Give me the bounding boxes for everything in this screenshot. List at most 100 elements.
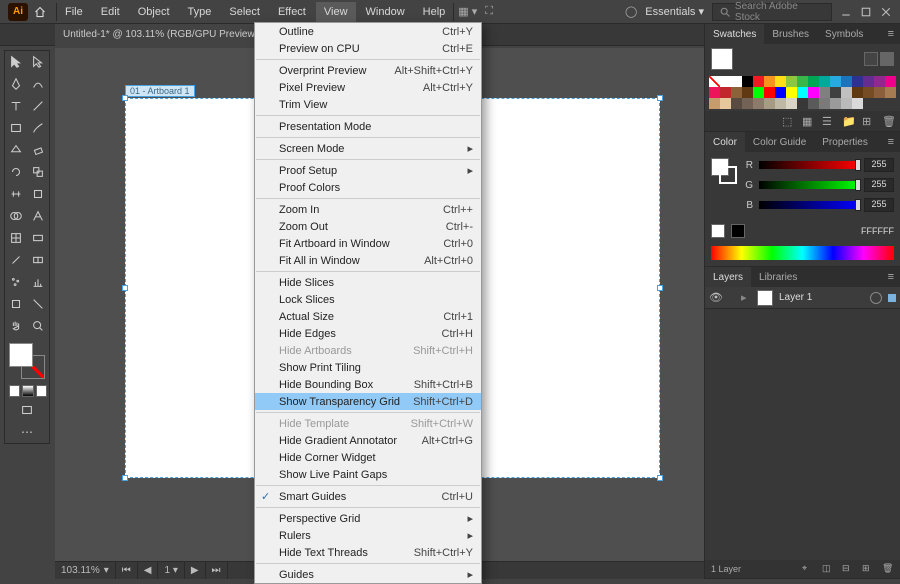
menu-type[interactable]: Type <box>180 2 220 22</box>
delete-layer-icon[interactable]: 🗑 <box>882 563 894 575</box>
swatch[interactable] <box>841 98 852 109</box>
swatch-grid-view-icon[interactable] <box>880 52 894 66</box>
layer-thumbnail[interactable] <box>757 290 773 306</box>
swatch[interactable] <box>885 76 896 87</box>
swatch-kind-icon[interactable]: ▦ <box>802 115 814 127</box>
swatch[interactable] <box>742 98 753 109</box>
selection-handle[interactable] <box>657 475 663 481</box>
menu-item-outline[interactable]: OutlineCtrl+Y <box>255 23 481 40</box>
swatch[interactable] <box>753 87 764 98</box>
swatch[interactable] <box>775 98 786 109</box>
tab-color-guide[interactable]: Color Guide <box>745 132 814 152</box>
help-icon[interactable]: ◯ <box>625 5 637 18</box>
swatch[interactable] <box>808 87 819 98</box>
menu-item-hide-edges[interactable]: Hide EdgesCtrl+H <box>255 325 481 342</box>
none-mode-icon[interactable] <box>36 385 47 397</box>
menu-item-zoom-in[interactable]: Zoom InCtrl++ <box>255 201 481 218</box>
menu-item-lock-slices[interactable]: Lock Slices <box>255 291 481 308</box>
tab-brushes[interactable]: Brushes <box>764 24 817 44</box>
rotate-tool[interactable] <box>5 161 27 183</box>
green-value[interactable]: 255 <box>864 178 894 192</box>
selection-handle[interactable] <box>657 95 663 101</box>
document-tab[interactable]: Untitled-1* @ 103.11% (RGB/GPU Preview)× <box>55 24 278 46</box>
blend-tool[interactable] <box>27 249 49 271</box>
swatch[interactable] <box>819 87 830 98</box>
menu-item-smart-guides[interactable]: ✓Smart GuidesCtrl+U <box>255 488 481 505</box>
line-tool[interactable] <box>27 95 49 117</box>
new-sublayer-icon[interactable]: ⊟ <box>842 563 854 575</box>
swatch[interactable] <box>797 98 808 109</box>
swatch[interactable] <box>852 76 863 87</box>
direct-selection-tool[interactable] <box>27 51 49 73</box>
menu-item-zoom-out[interactable]: Zoom OutCtrl+- <box>255 218 481 235</box>
swatch[interactable] <box>742 76 753 87</box>
hand-tool[interactable] <box>5 315 27 337</box>
fill-stroke-swatches[interactable] <box>5 341 49 383</box>
stroke-color-icon[interactable] <box>719 166 737 184</box>
swatch[interactable] <box>764 98 775 109</box>
new-layer-icon[interactable]: ⊞ <box>862 563 874 575</box>
symbol-sprayer-tool[interactable] <box>5 271 27 293</box>
swatch[interactable] <box>863 87 874 98</box>
menu-item-hide-slices[interactable]: Hide Slices <box>255 274 481 291</box>
swatch[interactable] <box>819 76 830 87</box>
current-swatch[interactable] <box>711 48 733 70</box>
selection-handle[interactable] <box>122 95 128 101</box>
artboard-nav-current[interactable]: 1 ▾ <box>158 562 184 579</box>
tab-symbols[interactable]: Symbols <box>817 24 871 44</box>
tab-swatches[interactable]: Swatches <box>705 24 764 44</box>
menu-item-perspective-grid[interactable]: Perspective Grid▸ <box>255 510 481 527</box>
eraser-tool[interactable] <box>27 139 49 161</box>
menu-object[interactable]: Object <box>130 2 178 22</box>
panel-menu-icon[interactable]: ≡ <box>882 271 900 283</box>
menu-item-show-live-paint-gaps[interactable]: Show Live Paint Gaps <box>255 466 481 483</box>
green-slider[interactable] <box>759 181 858 189</box>
blue-value[interactable]: 255 <box>864 198 894 212</box>
menu-item-hide-text-threads[interactable]: Hide Text ThreadsShift+Ctrl+Y <box>255 544 481 561</box>
menu-effect[interactable]: Effect <box>270 2 314 22</box>
swatch-options-icon[interactable]: ☰ <box>822 115 834 127</box>
menu-item-guides[interactable]: Guides▸ <box>255 566 481 583</box>
graph-tool[interactable] <box>27 271 49 293</box>
color-spectrum[interactable] <box>711 246 894 260</box>
mesh-tool[interactable] <box>5 227 27 249</box>
swatch[interactable] <box>786 98 797 109</box>
swatch[interactable] <box>841 87 852 98</box>
red-value[interactable]: 255 <box>864 158 894 172</box>
tab-layers[interactable]: Layers <box>705 267 751 287</box>
menu-item-show-print-tiling[interactable]: Show Print Tiling <box>255 359 481 376</box>
panel-menu-icon[interactable]: ≡ <box>882 136 900 148</box>
artboard-nav-last[interactable]: ⏭ <box>206 562 228 579</box>
rectangle-tool[interactable] <box>5 117 27 139</box>
menu-item-trim-view[interactable]: Trim View <box>255 96 481 113</box>
blue-slider[interactable] <box>759 201 858 209</box>
swatch[interactable] <box>731 76 742 87</box>
red-slider[interactable] <box>759 161 858 169</box>
menu-item-hide-gradient-annotator[interactable]: Hide Gradient AnnotatorAlt+Ctrl+G <box>255 432 481 449</box>
menu-view[interactable]: View <box>316 2 356 22</box>
search-input[interactable]: Search Adobe Stock <box>712 3 832 21</box>
fill-swatch[interactable] <box>9 343 33 367</box>
panel-menu-icon[interactable]: ≡ <box>882 28 900 40</box>
swatch[interactable] <box>830 87 841 98</box>
shaper-tool[interactable] <box>5 139 27 161</box>
swatch[interactable] <box>841 76 852 87</box>
menu-item-hide-bounding-box[interactable]: Hide Bounding BoxShift+Ctrl+B <box>255 376 481 393</box>
swatch[interactable] <box>764 87 775 98</box>
swatch-list-view-icon[interactable] <box>864 52 878 66</box>
swatch[interactable] <box>797 76 808 87</box>
minimize-icon[interactable] <box>840 6 852 18</box>
edit-toolbar[interactable]: ⋯ <box>5 421 49 443</box>
swatch-none[interactable] <box>709 76 720 87</box>
swatch[interactable] <box>731 98 742 109</box>
brush-tool[interactable] <box>27 117 49 139</box>
swatch[interactable] <box>852 87 863 98</box>
home-icon[interactable] <box>34 6 46 18</box>
swatch[interactable] <box>819 98 830 109</box>
menu-item-fit-all-in-window[interactable]: Fit All in WindowAlt+Ctrl+0 <box>255 252 481 269</box>
swatch-libraries-icon[interactable]: ⬚ <box>782 115 794 127</box>
selection-handle[interactable] <box>122 285 128 291</box>
swatch[interactable] <box>720 98 731 109</box>
selection-tool[interactable] <box>5 51 27 73</box>
workspace-switcher[interactable]: Essentials ▾ <box>645 5 704 18</box>
